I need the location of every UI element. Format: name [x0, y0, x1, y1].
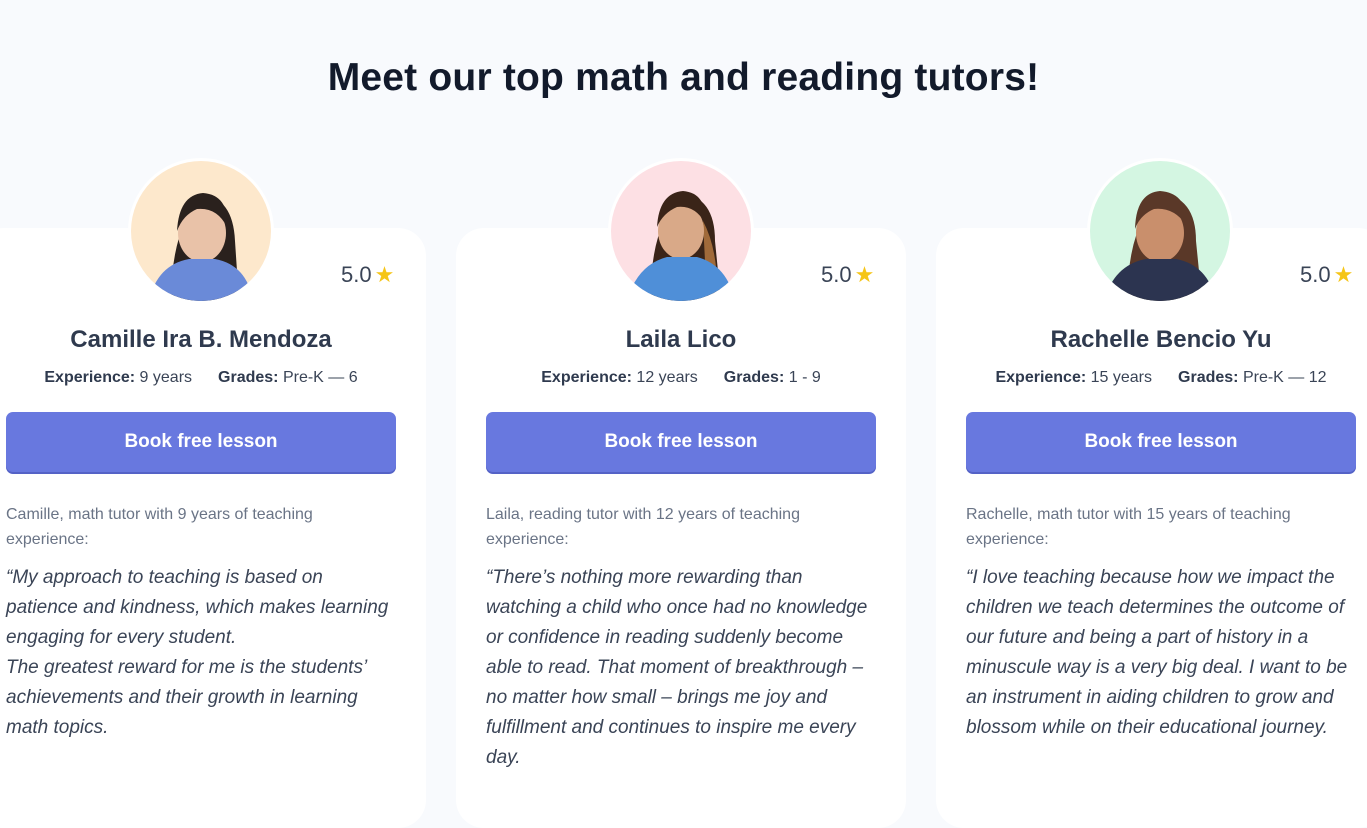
avatar: [128, 158, 274, 304]
experience-value: 12 years: [636, 369, 698, 386]
tutor-meta: Experience: 9 years Grades: Pre-K — 6: [6, 369, 396, 387]
tutor-quote: “There’s nothing more rewarding than wat…: [486, 567, 868, 768]
avatar: [608, 158, 754, 304]
grades: Grades: Pre-K — 12: [1178, 369, 1327, 387]
tutor-quote: “I love teaching because how we impact t…: [966, 567, 1348, 738]
avatar-photo: [611, 161, 751, 301]
book-free-lesson-button[interactable]: Book free lesson: [966, 412, 1356, 472]
grades-label: Grades:: [1178, 369, 1239, 386]
tutor-quote: “My approach to teaching is based on pat…: [6, 567, 389, 738]
tutor-meta: Experience: 15 years Grades: Pre-K — 12: [966, 369, 1356, 387]
avatar-photo: [131, 161, 271, 301]
page-title: Meet our top math and reading tutors!: [327, 56, 1040, 100]
grades-label: Grades:: [218, 369, 279, 386]
star-icon: ★: [374, 262, 395, 287]
experience-label: Experience:: [995, 369, 1087, 386]
star-icon: ★: [1333, 262, 1354, 287]
tutor-meta: Experience: 12 years Grades: 1 - 9: [486, 369, 876, 387]
experience-value: 15 years: [1090, 369, 1153, 386]
grades-value: Pre-K — 6: [282, 369, 358, 386]
grades-label: Grades:: [723, 369, 785, 386]
rating: 5.0 ★: [341, 262, 394, 288]
tutor-name: Camille Ira B. Mendoza: [70, 326, 332, 353]
experience: Experience: 12 years: [541, 369, 698, 387]
star-icon: ★: [854, 262, 875, 287]
tutor-name: Laila Lico: [625, 326, 737, 353]
rating: 5.0 ★: [1300, 262, 1353, 288]
rating-value: 5.0: [341, 262, 372, 287]
tutor-name: Rachelle Bencio Yu: [1050, 326, 1272, 353]
experience-label: Experience:: [44, 369, 136, 386]
avatar: [1087, 158, 1233, 304]
grades: Grades: Pre-K — 6: [218, 369, 358, 387]
rating: 5.0 ★: [821, 262, 874, 288]
rating-value: 5.0: [821, 262, 852, 287]
avatar-photo: [1090, 161, 1230, 301]
experience: Experience: 9 years: [44, 369, 192, 387]
experience-value: 9 years: [139, 369, 193, 386]
tutor-intro: Camille, math tutor with 9 years of teac…: [6, 506, 313, 548]
experience-label: Experience:: [541, 369, 632, 386]
grades-value: 1 - 9: [788, 369, 821, 386]
tutor-intro: Laila, reading tutor with 12 years of te…: [486, 506, 800, 548]
rating-value: 5.0: [1300, 262, 1331, 287]
tutor-intro: Rachelle, math tutor with 15 years of te…: [966, 506, 1291, 548]
book-free-lesson-button[interactable]: Book free lesson: [486, 412, 876, 472]
grades: Grades: 1 - 9: [724, 369, 821, 387]
grades-value: Pre-K — 12: [1242, 369, 1327, 386]
experience: Experience: 15 years: [995, 369, 1152, 387]
book-free-lesson-button[interactable]: Book free lesson: [6, 412, 396, 472]
